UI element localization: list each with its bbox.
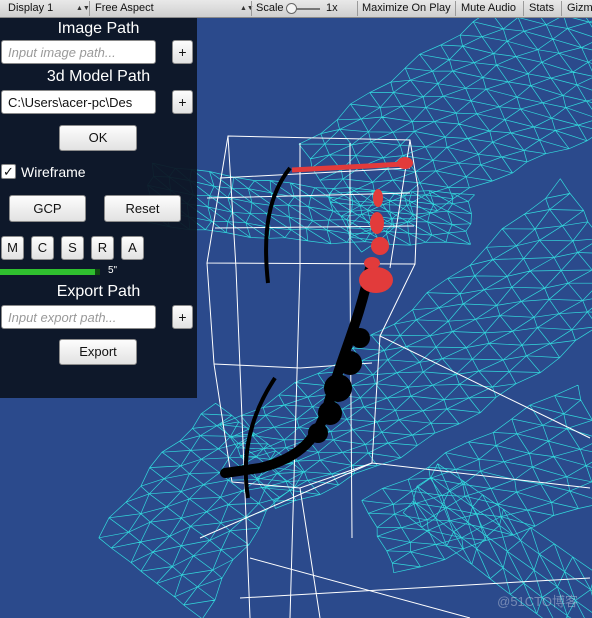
model-path-input[interactable] [1, 90, 156, 114]
reset-button[interactable]: Reset [104, 195, 181, 222]
toolbar-divider [251, 1, 252, 16]
game-view-toolbar: Display 1 ▲▼ Free Aspect ▲▼ Scale 1x Max… [0, 0, 592, 18]
path-node [338, 351, 362, 375]
control-point-marker [364, 257, 380, 269]
control-point-marker [370, 212, 384, 234]
gizmos-dropdown[interactable]: Gizm [567, 0, 592, 17]
export-button[interactable]: Export [59, 339, 137, 365]
toolbar-divider [523, 1, 524, 16]
wireframe-checkbox[interactable]: ✓ [1, 164, 16, 179]
display-dropdown[interactable]: Display 1 [8, 0, 53, 17]
terrain-mesh-band [98, 403, 304, 618]
mode-s-button[interactable]: S [61, 236, 84, 260]
image-path-browse-button[interactable]: + [172, 40, 193, 64]
scale-label: Scale [256, 2, 284, 14]
path-node [350, 328, 370, 348]
image-path-input[interactable] [1, 40, 156, 64]
path-node [324, 374, 352, 402]
display-dropdown-arrow-icon: ▲▼ [76, 5, 90, 12]
path-node [308, 423, 328, 443]
watermark-text: @51CTO博客 [497, 594, 578, 609]
control-panel: Image Path + 3d Model Path + OK ✓ Wirefr… [0, 18, 197, 398]
export-path-browse-button[interactable]: + [172, 305, 193, 329]
aspect-dropdown[interactable]: Free Aspect [95, 0, 154, 17]
maximize-on-play-toggle[interactable]: Maximize On Play [362, 0, 451, 17]
toolbar-divider [89, 1, 90, 16]
wireframe-label: Wireframe [21, 164, 86, 180]
stats-toggle[interactable]: Stats [529, 0, 554, 17]
image-path-heading: Image Path [57, 20, 140, 37]
mode-r-button[interactable]: R [91, 236, 114, 260]
model-path-browse-button[interactable]: + [172, 90, 193, 114]
toolbar-divider [455, 1, 456, 16]
model-edge [235, 267, 353, 618]
scale-value: 1x [326, 2, 338, 14]
model-path-heading: 3d Model Path [46, 68, 151, 85]
mute-audio-toggle[interactable]: Mute Audio [461, 0, 516, 17]
mode-a-button[interactable]: A [121, 236, 144, 260]
path-node [318, 401, 342, 425]
toolbar-divider [357, 1, 358, 16]
ok-button[interactable]: OK [59, 125, 137, 151]
toolbar-divider [561, 1, 562, 16]
control-point-markers [291, 157, 413, 293]
size-slider-value: 5" [108, 265, 118, 276]
export-path-heading: Export Path [56, 283, 141, 300]
export-path-input[interactable] [1, 305, 156, 329]
size-slider-fill [0, 269, 95, 275]
size-slider-track[interactable] [0, 269, 100, 275]
control-point-marker [373, 189, 383, 207]
control-point-marker [397, 157, 413, 169]
scale-slider-thumb[interactable] [286, 3, 297, 14]
gcp-button[interactable]: GCP [9, 195, 86, 222]
mode-c-button[interactable]: C [31, 236, 54, 260]
control-point-marker [371, 237, 389, 255]
mode-m-button[interactable]: M [1, 236, 24, 260]
control-point-marker [359, 267, 393, 293]
